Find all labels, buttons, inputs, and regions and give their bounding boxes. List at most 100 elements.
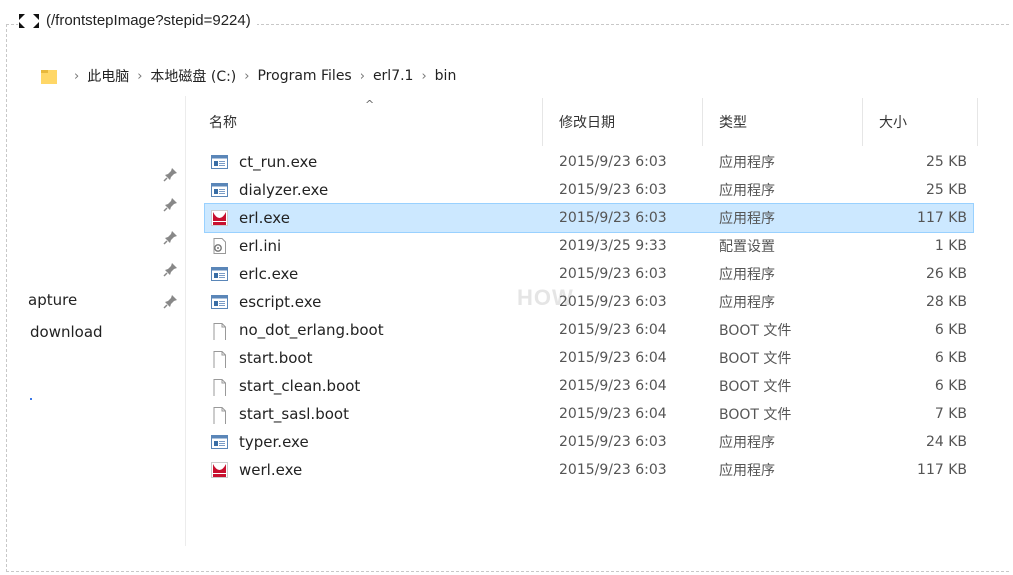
chevron-right-icon: › <box>244 68 250 84</box>
file-size: 117 KB <box>917 210 967 226</box>
file-row[interactable]: ct_run.exe 2015/9/23 6:03 应用程序 25 KB <box>205 148 973 176</box>
file-name: no_dot_erlang.boot <box>239 321 384 339</box>
file-size: 24 KB <box>925 434 967 450</box>
column-header-label: 大小 <box>879 115 907 131</box>
file-size: 6 KB <box>934 350 967 366</box>
file-name: ct_run.exe <box>239 153 318 171</box>
image-caption: (/frontstepImage?stepid=9224) <box>18 12 257 29</box>
file-name: erlc.exe <box>239 265 299 283</box>
file-type: 应用程序 <box>719 295 775 311</box>
file-type: 应用程序 <box>719 463 775 479</box>
file-size: 7 KB <box>934 406 967 422</box>
file-row[interactable]: erl.exe 2015/9/23 6:03 应用程序 117 KB <box>204 203 974 233</box>
file-list: ct_run.exe 2015/9/23 6:03 应用程序 25 KB dialyze… <box>204 148 974 484</box>
file-size: 1 KB <box>934 238 967 254</box>
file-row[interactable]: start.boot 2015/9/23 6:04 BOOT 文件 6 KB <box>205 344 973 372</box>
file-date: 2015/9/23 6:03 <box>559 210 667 226</box>
file-type: BOOT 文件 <box>719 351 792 367</box>
file-date: 2015/9/23 6:03 <box>559 434 667 450</box>
file-name: erl.exe <box>239 209 290 227</box>
chevron-right-icon: › <box>74 68 80 84</box>
exe-icon <box>211 434 228 450</box>
file-date: 2015/9/23 6:03 <box>559 294 667 310</box>
file-size: 28 KB <box>925 294 967 310</box>
file-name: werl.exe <box>239 461 303 479</box>
file-row[interactable]: escript.exe 2015/9/23 6:03 应用程序 28 KB <box>205 288 973 316</box>
pin-icon[interactable] <box>163 166 179 182</box>
pin-icon[interactable] <box>163 261 179 277</box>
chevron-right-icon: › <box>421 68 427 84</box>
file-size: 26 KB <box>925 266 967 282</box>
file-size: 25 KB <box>925 154 967 170</box>
file-row[interactable]: start_sasl.boot 2015/9/23 6:04 BOOT 文件 7 KB <box>205 400 973 428</box>
breadcrumb-item[interactable]: erl7.1 <box>373 68 414 84</box>
column-header-date[interactable]: 修改日期 <box>543 98 703 146</box>
chevron-right-icon: › <box>137 68 143 84</box>
breadcrumb-item[interactable]: Program Files <box>257 68 351 84</box>
breadcrumb-item[interactable]: bin <box>435 68 457 84</box>
blank-file-icon <box>211 322 228 341</box>
breadcrumb-item[interactable]: 本地磁盘 (C:) <box>150 66 236 86</box>
file-name: start.boot <box>239 349 313 367</box>
blank-file-icon <box>211 378 228 397</box>
file-name: start_sasl.boot <box>239 405 349 423</box>
file-date: 2015/9/23 6:04 <box>559 350 667 366</box>
pane-divider[interactable] <box>185 96 186 546</box>
file-row[interactable]: werl.exe 2015/9/23 6:03 应用程序 117 KB <box>205 456 973 484</box>
erlang-icon <box>211 210 228 226</box>
file-name: dialyzer.exe <box>239 181 329 199</box>
column-header-label: 名称 <box>209 115 237 131</box>
file-size: 6 KB <box>934 378 967 394</box>
erlang-icon <box>211 462 228 478</box>
file-type: 配置设置 <box>719 239 775 255</box>
file-size: 117 KB <box>917 462 967 478</box>
column-header-name[interactable]: 名称 <box>193 98 543 146</box>
file-type: 应用程序 <box>719 267 775 283</box>
file-row[interactable]: erlc.exe 2015/9/23 6:03 应用程序 26 KB <box>205 260 973 288</box>
blank-file-icon <box>211 406 228 425</box>
file-type: 应用程序 <box>719 435 775 451</box>
file-date: 2015/9/23 6:03 <box>559 154 667 170</box>
sidebar-item[interactable]: download <box>30 323 103 341</box>
settings-file-icon <box>211 238 228 254</box>
pin-icon[interactable] <box>163 229 179 245</box>
file-date: 2015/9/23 6:04 <box>559 406 667 422</box>
expand-icon[interactable] <box>18 13 40 29</box>
file-date: 2015/9/23 6:03 <box>559 462 667 478</box>
sidebar-marker <box>30 398 32 400</box>
file-row[interactable]: start_clean.boot 2015/9/23 6:04 BOOT 文件 6 K… <box>205 372 973 400</box>
blank-file-icon <box>211 350 228 369</box>
file-date: 2015/9/23 6:03 <box>559 182 667 198</box>
sidebar-item[interactable]: apture <box>28 291 77 309</box>
folder-icon <box>41 70 57 84</box>
breadcrumb-item[interactable]: 此电脑 <box>87 66 129 86</box>
file-row[interactable]: dialyzer.exe 2015/9/23 6:03 应用程序 25 KB <box>205 176 973 204</box>
file-date: 2015/9/23 6:04 <box>559 378 667 394</box>
file-row[interactable]: erl.ini 2019/3/25 9:33 配置设置 1 KB <box>205 232 973 260</box>
file-type: BOOT 文件 <box>719 379 792 395</box>
file-date: 2019/3/25 9:33 <box>559 238 667 254</box>
file-type: BOOT 文件 <box>719 407 792 423</box>
column-header-size[interactable]: 大小 <box>863 98 978 146</box>
file-row[interactable]: typer.exe 2015/9/23 6:03 应用程序 24 KB <box>205 428 973 456</box>
file-row[interactable]: no_dot_erlang.boot 2015/9/23 6:04 BOOT 文件 6… <box>205 316 973 344</box>
chevron-right-icon: › <box>359 68 365 84</box>
file-type: BOOT 文件 <box>719 323 792 339</box>
exe-icon <box>211 266 228 282</box>
file-name: typer.exe <box>239 433 309 451</box>
file-type: 应用程序 <box>719 183 775 199</box>
file-name: erl.ini <box>239 237 282 255</box>
file-name: escript.exe <box>239 293 322 311</box>
caption-text[interactable]: (/frontstepImage?stepid=9224) <box>46 12 251 29</box>
file-type: 应用程序 <box>719 155 775 171</box>
pin-icon[interactable] <box>163 293 179 309</box>
file-name: start_clean.boot <box>239 377 361 395</box>
file-type: 应用程序 <box>719 211 775 227</box>
address-bar[interactable]: › 此电脑 › 本地磁盘 (C:) › Program Files › erl7… <box>40 62 1013 90</box>
pin-icon[interactable] <box>163 196 179 212</box>
exe-icon <box>211 294 228 310</box>
column-header: ^ 名称 修改日期 类型 大小 <box>193 98 978 146</box>
column-header-type[interactable]: 类型 <box>703 98 863 146</box>
exe-icon <box>211 154 228 170</box>
column-header-label: 修改日期 <box>559 115 615 131</box>
